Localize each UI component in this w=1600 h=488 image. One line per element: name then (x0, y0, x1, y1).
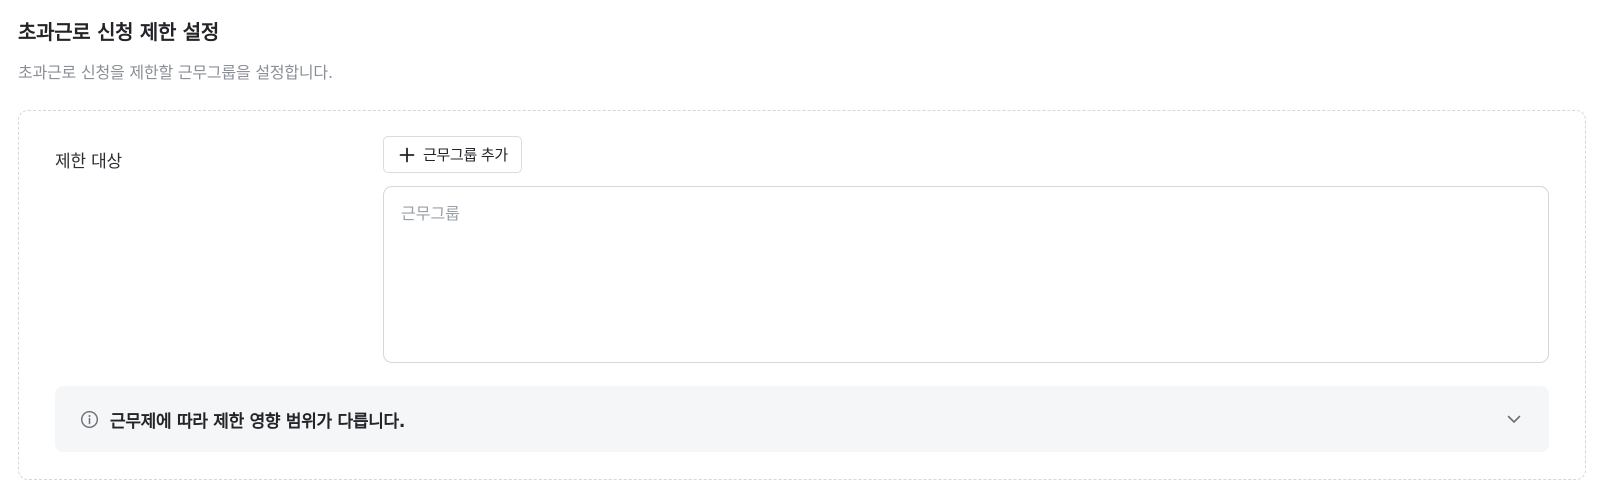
restriction-settings-card: 제한 대상 근무그룹 추가 근무제에 따라 제한 영향 범위가 다릅니다. (18, 110, 1586, 480)
work-schedule-notice[interactable]: 근무제에 따라 제한 영향 범위가 다릅니다. (55, 386, 1549, 452)
plus-icon (399, 147, 415, 162)
overtime-restriction-section: 초과근로 신청 제한 설정 초과근로 신청을 제한할 근무그룹을 설정합니다. … (0, 0, 1600, 488)
section-subtitle: 초과근로 신청을 제한할 근무그룹을 설정합니다. (18, 63, 333, 82)
work-group-field[interactable] (383, 186, 1549, 363)
restriction-target-label: 제한 대상 (55, 152, 122, 172)
chevron-down-icon[interactable] (1505, 410, 1523, 428)
info-icon (80, 410, 99, 428)
notice-text: 근무제에 따라 제한 영향 범위가 다릅니다. (110, 411, 406, 432)
add-work-group-button[interactable]: 근무그룹 추가 (383, 136, 522, 173)
section-title: 초과근로 신청 제한 설정 (18, 20, 219, 44)
add-work-group-label: 근무그룹 추가 (423, 147, 508, 164)
